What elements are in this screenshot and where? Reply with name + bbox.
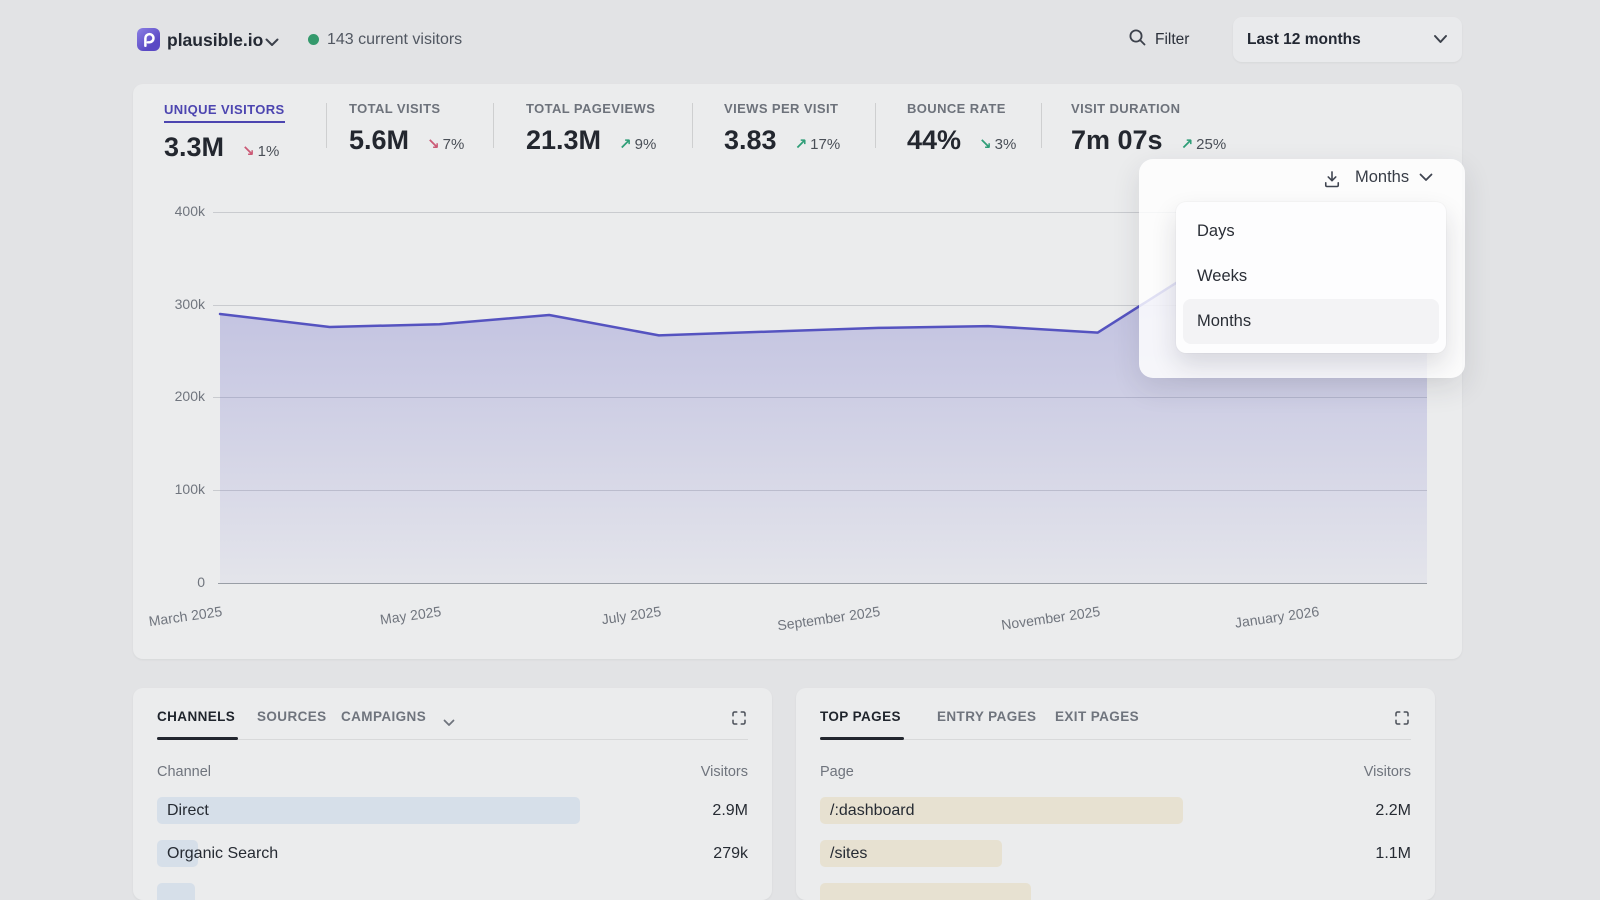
chevron-down-icon	[1419, 169, 1433, 187]
trend-up-icon: ↗	[795, 136, 808, 153]
stat-label[interactable]: UNIQUE VISITORS	[164, 102, 285, 123]
column-header: Page	[820, 764, 854, 780]
stat-label[interactable]: TOTAL VISITS	[349, 101, 464, 116]
row-bar-partial	[157, 883, 195, 900]
y-axis-tick: 300k	[145, 296, 205, 312]
trend-percent: 9%	[635, 136, 657, 153]
stat-label[interactable]: VIEWS PER VISIT	[724, 101, 840, 116]
y-axis-tick: 200k	[145, 388, 205, 404]
x-axis-line	[218, 583, 1427, 584]
plausible-logo-icon	[141, 32, 156, 47]
row-value: 1.1M	[1331, 840, 1411, 867]
expand-icon[interactable]	[730, 709, 748, 732]
date-range-selector[interactable]: Last 12 months	[1233, 17, 1462, 62]
gridline	[213, 490, 1427, 491]
column-header: Visitors	[668, 764, 748, 780]
filter-button[interactable]: Filter	[1128, 28, 1189, 52]
tab-campaigns[interactable]: CAMPAIGNS	[341, 709, 426, 724]
stat-value: 44%	[907, 125, 961, 156]
gridline	[213, 397, 1427, 398]
trend-down-icon: ↘	[242, 143, 255, 160]
stat-total-visits[interactable]: TOTAL VISITS 5.6M ↘7%	[349, 101, 464, 156]
interval-selected-label: Months	[1355, 168, 1409, 187]
trend-percent: 17%	[810, 136, 840, 153]
y-axis-tick: 100k	[145, 481, 205, 497]
stat-unique-visitors[interactable]: UNIQUE VISITORS 3.3M ↘1%	[164, 101, 285, 163]
divider	[157, 739, 748, 740]
site-switcher-chevron-icon[interactable]	[265, 34, 279, 52]
trend-up-icon: ↗	[619, 136, 632, 153]
stat-views-per-visit[interactable]: VIEWS PER VISIT 3.83 ↗17%	[724, 101, 840, 156]
live-indicator-dot	[308, 34, 319, 45]
row-bar	[157, 797, 580, 824]
tab-top-pages[interactable]: TOP PAGES	[820, 709, 901, 724]
download-icon[interactable]	[1322, 169, 1342, 194]
stat-value: 7m 07s	[1071, 125, 1163, 156]
row-bar-partial	[820, 883, 1031, 900]
tab-exit-pages[interactable]: EXIT PAGES	[1055, 709, 1139, 724]
stat-value: 5.6M	[349, 125, 409, 156]
page-row-sites[interactable]: /sites	[830, 840, 867, 867]
y-axis-tick: 400k	[145, 203, 205, 219]
divider	[1041, 103, 1042, 148]
stat-label[interactable]: BOUNCE RATE	[907, 101, 1016, 116]
trend-percent: 7%	[443, 136, 465, 153]
divider	[692, 103, 693, 148]
trend-up-icon: ↗	[1181, 136, 1194, 153]
chevron-down-icon[interactable]	[443, 714, 455, 732]
stat-label[interactable]: TOTAL PAGEVIEWS	[526, 101, 656, 116]
trend-down-icon: ↘	[979, 136, 992, 153]
column-header: Channel	[157, 764, 211, 780]
current-visitors[interactable]: 143 current visitors	[327, 29, 462, 51]
row-value: 279k	[668, 840, 748, 867]
menu-item-months[interactable]: Months	[1183, 299, 1439, 344]
search-icon	[1128, 28, 1147, 52]
stat-value: 21.3M	[526, 125, 601, 156]
stat-visit-duration[interactable]: VISIT DURATION 7m 07s ↗25%	[1071, 101, 1226, 156]
interval-dropdown-menu: Days Weeks Months	[1176, 202, 1446, 353]
row-value: 2.2M	[1331, 797, 1411, 824]
plausible-dashboard: plausible.io 143 current visitors Filter…	[0, 0, 1600, 900]
site-name[interactable]: plausible.io	[167, 29, 263, 51]
page-row-dashboard[interactable]: /:dashboard	[830, 797, 915, 824]
filter-label: Filter	[1155, 31, 1189, 49]
interval-selector[interactable]: Months	[1355, 168, 1433, 187]
menu-item-days[interactable]: Days	[1183, 209, 1439, 254]
stat-value: 3.83	[724, 125, 777, 156]
tab-channels[interactable]: CHANNELS	[157, 709, 235, 724]
trend-down-icon: ↘	[427, 136, 440, 153]
tab-sources[interactable]: SOURCES	[257, 709, 327, 724]
column-header: Visitors	[1331, 764, 1411, 780]
channel-row-organic-search[interactable]: Organic Search	[167, 840, 278, 867]
trend-percent: 3%	[995, 136, 1017, 153]
date-range-label: Last 12 months	[1247, 31, 1433, 49]
stat-label[interactable]: VISIT DURATION	[1071, 101, 1226, 116]
chevron-down-icon	[1433, 31, 1448, 49]
tab-entry-pages[interactable]: ENTRY PAGES	[937, 709, 1036, 724]
y-axis-tick: 0	[145, 574, 205, 590]
stat-total-pageviews[interactable]: TOTAL PAGEVIEWS 21.3M ↗9%	[526, 101, 656, 156]
divider	[820, 739, 1411, 740]
divider	[326, 103, 327, 148]
menu-item-weeks[interactable]: Weeks	[1183, 254, 1439, 299]
divider	[875, 103, 876, 148]
row-value: 2.9M	[668, 797, 748, 824]
plausible-logo	[137, 28, 160, 51]
trend-percent: 25%	[1196, 136, 1226, 153]
stat-bounce-rate[interactable]: BOUNCE RATE 44% ↘3%	[907, 101, 1016, 156]
trend-percent: 1%	[258, 143, 280, 160]
divider	[493, 103, 494, 148]
stat-value: 3.3M	[164, 132, 224, 163]
channel-row-direct[interactable]: Direct	[167, 797, 209, 824]
expand-icon[interactable]	[1393, 709, 1411, 732]
